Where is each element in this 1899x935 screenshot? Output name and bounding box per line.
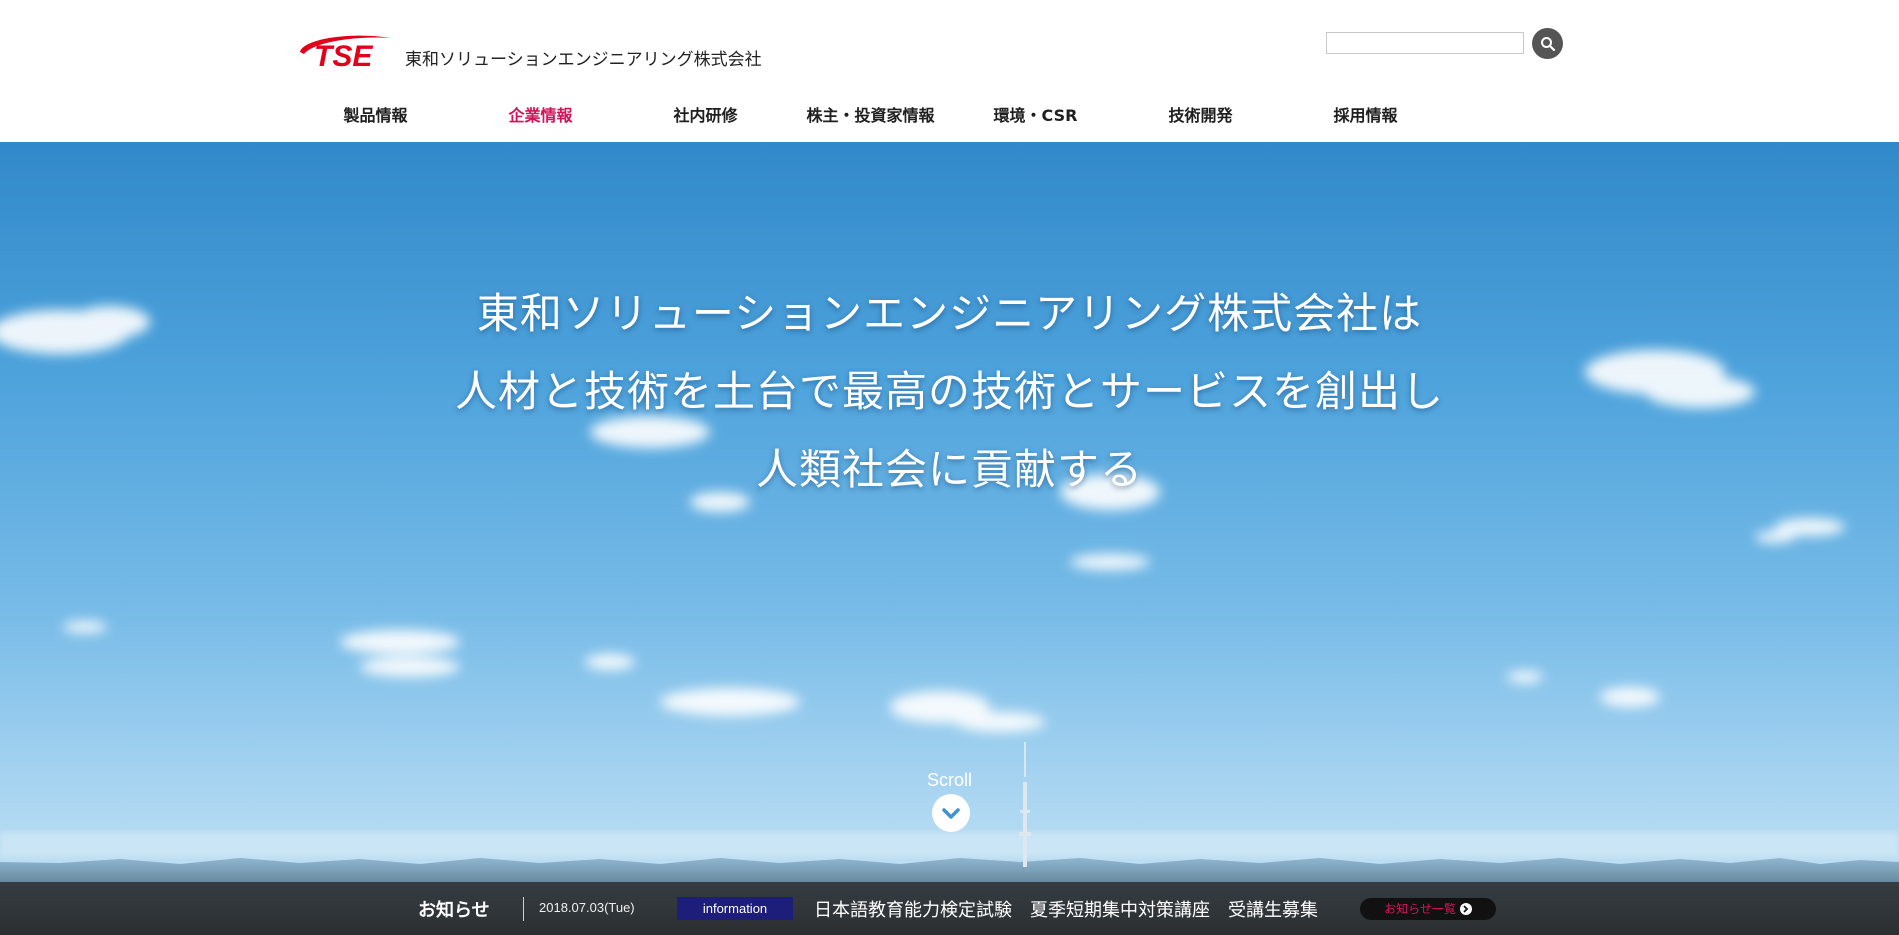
- search-button[interactable]: [1532, 28, 1563, 59]
- news-list-label: お知らせ一覧: [1384, 902, 1456, 916]
- site-header: TSE 東和ソリューションエンジニアリング株式会社 製品情報 企業情報 社内研修…: [0, 0, 1899, 142]
- scroll-label: Scroll: [926, 770, 972, 790]
- arrow-right-circle-icon: [1459, 902, 1472, 915]
- news-list-button[interactable]: お知らせ一覧: [1360, 898, 1496, 920]
- news-headline-link[interactable]: 日本語教育能力検定試験 夏季短期集中対策講座 受講生募集: [814, 896, 1318, 922]
- news-date: 2018.07.03(Tue): [539, 900, 635, 915]
- nav-item-company[interactable]: 企業情報: [458, 102, 623, 126]
- nav-item-investors[interactable]: 株主・投資家情報: [788, 102, 953, 126]
- nav-item-training[interactable]: 社内研修: [623, 102, 788, 126]
- hero-line-3: 人類社会に貢献する: [755, 445, 1143, 494]
- svg-text:TSE: TSE: [314, 40, 373, 72]
- news-category-badge: information: [677, 897, 793, 920]
- scroll-down-button[interactable]: [932, 794, 970, 832]
- nav-item-products[interactable]: 製品情報: [293, 102, 458, 126]
- nav-item-recruit[interactable]: 採用情報: [1283, 102, 1448, 126]
- hero-banner: 東和ソリューションエンジニアリング株式会社は 人材と技術を土台で最高の技術とサー…: [0, 142, 1899, 935]
- hero-line-2: 人材と技術を土台で最高の技術とサービスを創出し: [454, 367, 1444, 416]
- nav-item-csr[interactable]: 環境・CSR: [953, 102, 1118, 126]
- nav-item-rnd[interactable]: 技術開発: [1118, 102, 1283, 126]
- hero-line-1: 東和ソリューションエンジニアリング株式会社は: [476, 289, 1423, 338]
- news-bar: お知らせ 2018.07.03(Tue) information 日本語教育能力…: [0, 882, 1899, 935]
- search-input[interactable]: [1326, 32, 1524, 54]
- news-title: お知らせ: [418, 900, 490, 921]
- chevron-down-icon: [942, 808, 960, 819]
- company-name: 東和ソリューションエンジニアリング株式会社: [405, 50, 762, 70]
- magnifier-icon: [1540, 36, 1555, 51]
- tse-logo[interactable]: TSE: [294, 30, 394, 73]
- news-divider: [523, 897, 524, 921]
